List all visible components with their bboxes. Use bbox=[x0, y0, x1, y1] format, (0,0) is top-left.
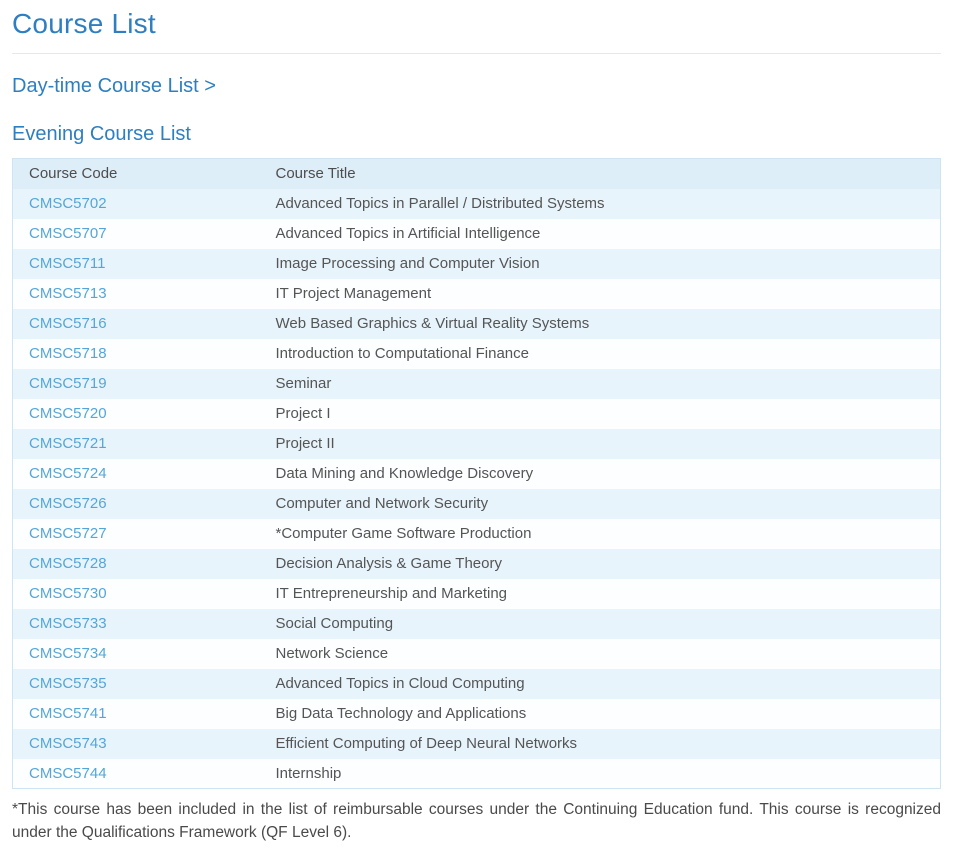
table-header-row: Course Code Course Title bbox=[13, 159, 941, 189]
course-code-cell: CMSC5724 bbox=[13, 459, 260, 489]
course-code-link[interactable]: CMSC5711 bbox=[29, 255, 105, 272]
course-code-cell: CMSC5728 bbox=[13, 549, 260, 579]
course-code-link[interactable]: CMSC5707 bbox=[29, 225, 107, 242]
course-title-cell: Introduction to Computational Finance bbox=[260, 339, 941, 369]
course-code-cell: CMSC5727 bbox=[13, 519, 260, 549]
course-title-cell: Big Data Technology and Applications bbox=[260, 699, 941, 729]
page-title: Course List bbox=[12, 8, 941, 40]
course-code-link[interactable]: CMSC5713 bbox=[29, 285, 107, 302]
course-code-link[interactable]: CMSC5735 bbox=[29, 675, 107, 692]
course-code-link[interactable]: CMSC5716 bbox=[29, 315, 107, 332]
course-code-cell: CMSC5702 bbox=[13, 189, 260, 219]
table-row: CMSC5713 IT Project Management bbox=[13, 279, 941, 309]
course-code-cell: CMSC5720 bbox=[13, 399, 260, 429]
course-code-cell: CMSC5721 bbox=[13, 429, 260, 459]
table-row: CMSC5702 Advanced Topics in Parallel / Di… bbox=[13, 189, 941, 219]
course-title-cell: Efficient Computing of Deep Neural Netwo… bbox=[260, 729, 941, 759]
course-title-cell: Internship bbox=[260, 759, 941, 789]
course-code-link[interactable]: CMSC5726 bbox=[29, 495, 107, 512]
course-title-cell: Advanced Topics in Cloud Computing bbox=[260, 669, 941, 699]
table-row: CMSC5734 Network Science bbox=[13, 639, 941, 669]
daytime-course-list-link[interactable]: Day-time Course List > bbox=[12, 75, 216, 98]
course-code-cell: CMSC5741 bbox=[13, 699, 260, 729]
course-code-cell: CMSC5735 bbox=[13, 669, 260, 699]
course-title-cell: Network Science bbox=[260, 639, 941, 669]
course-code-link[interactable]: CMSC5727 bbox=[29, 525, 107, 542]
course-title-cell: IT Project Management bbox=[260, 279, 941, 309]
course-code-link[interactable]: CMSC5734 bbox=[29, 645, 107, 662]
course-code-link[interactable]: CMSC5733 bbox=[29, 615, 107, 632]
table-row: CMSC5719 Seminar bbox=[13, 369, 941, 399]
table-row: CMSC5707 Advanced Topics in Artificial In… bbox=[13, 219, 941, 249]
course-title-cell: Data Mining and Knowledge Discovery bbox=[260, 459, 941, 489]
table-row: CMSC5730 IT Entrepreneurship and Marketin… bbox=[13, 579, 941, 609]
course-code-cell: CMSC5726 bbox=[13, 489, 260, 519]
table-row: CMSC5724 Data Mining and Knowledge Discov… bbox=[13, 459, 941, 489]
course-title-cell: Advanced Topics in Parallel / Distribute… bbox=[260, 189, 941, 219]
evening-course-list-heading: Evening Course List bbox=[12, 123, 941, 146]
course-code-cell: CMSC5713 bbox=[13, 279, 260, 309]
course-code-cell: CMSC5733 bbox=[13, 609, 260, 639]
table-row: CMSC5743 Efficient Computing of Deep Neur… bbox=[13, 729, 941, 759]
course-title-cell: Advanced Topics in Artificial Intelligen… bbox=[260, 219, 941, 249]
course-list-page: Course List Day-time Course List > Eveni… bbox=[0, 0, 953, 855]
course-code-cell: CMSC5734 bbox=[13, 639, 260, 669]
header-course-title: Course Title bbox=[260, 159, 941, 189]
course-table: Course Code Course Title CMSC5702 Advance… bbox=[12, 158, 941, 789]
course-title-cell: Image Processing and Computer Vision bbox=[260, 249, 941, 279]
title-divider bbox=[12, 53, 941, 54]
course-title-cell: Project II bbox=[260, 429, 941, 459]
course-title-cell: Social Computing bbox=[260, 609, 941, 639]
course-code-link[interactable]: CMSC5719 bbox=[29, 375, 107, 392]
table-row: CMSC5735 Advanced Topics in Cloud Computi… bbox=[13, 669, 941, 699]
table-row: CMSC5721 Project II bbox=[13, 429, 941, 459]
course-code-link[interactable]: CMSC5721 bbox=[29, 435, 107, 452]
course-code-cell: CMSC5730 bbox=[13, 579, 260, 609]
table-row: CMSC5741 Big Data Technology and Applicat… bbox=[13, 699, 941, 729]
course-title-cell: *Computer Game Software Production bbox=[260, 519, 941, 549]
course-code-cell: CMSC5743 bbox=[13, 729, 260, 759]
table-row: CMSC5711 Image Processing and Computer Vi… bbox=[13, 249, 941, 279]
table-row: CMSC5744 Internship bbox=[13, 759, 941, 789]
course-code-cell: CMSC5711 bbox=[13, 249, 260, 279]
course-code-cell: CMSC5716 bbox=[13, 309, 260, 339]
course-title-cell: Seminar bbox=[260, 369, 941, 399]
table-row: CMSC5716 Web Based Graphics & Virtual Rea… bbox=[13, 309, 941, 339]
footnote: *This course has been included in the li… bbox=[12, 798, 941, 845]
course-title-cell: Web Based Graphics & Virtual Reality Sys… bbox=[260, 309, 941, 339]
course-code-link[interactable]: CMSC5744 bbox=[29, 765, 107, 782]
course-code-cell: CMSC5707 bbox=[13, 219, 260, 249]
course-code-link[interactable]: CMSC5718 bbox=[29, 345, 107, 362]
table-row: CMSC5733 Social Computing bbox=[13, 609, 941, 639]
course-code-link[interactable]: CMSC5741 bbox=[29, 705, 107, 722]
course-code-cell: CMSC5719 bbox=[13, 369, 260, 399]
course-title-cell: Project I bbox=[260, 399, 941, 429]
course-title-cell: IT Entrepreneurship and Marketing bbox=[260, 579, 941, 609]
course-title-cell: Decision Analysis & Game Theory bbox=[260, 549, 941, 579]
table-row: CMSC5727 *Computer Game Software Producti… bbox=[13, 519, 941, 549]
header-course-code: Course Code bbox=[13, 159, 260, 189]
course-title-cell: Computer and Network Security bbox=[260, 489, 941, 519]
course-code-link[interactable]: CMSC5702 bbox=[29, 195, 107, 212]
table-row: CMSC5720 Project I bbox=[13, 399, 941, 429]
table-row: CMSC5726 Computer and Network Security bbox=[13, 489, 941, 519]
course-code-link[interactable]: CMSC5720 bbox=[29, 405, 107, 422]
course-code-cell: CMSC5718 bbox=[13, 339, 260, 369]
table-row: CMSC5728 Decision Analysis & Game Theory bbox=[13, 549, 941, 579]
course-code-link[interactable]: CMSC5730 bbox=[29, 585, 107, 602]
table-row: CMSC5718 Introduction to Computational Fi… bbox=[13, 339, 941, 369]
course-code-cell: CMSC5744 bbox=[13, 759, 260, 789]
course-code-link[interactable]: CMSC5728 bbox=[29, 555, 107, 572]
course-code-link[interactable]: CMSC5724 bbox=[29, 465, 107, 482]
course-code-link[interactable]: CMSC5743 bbox=[29, 735, 107, 752]
